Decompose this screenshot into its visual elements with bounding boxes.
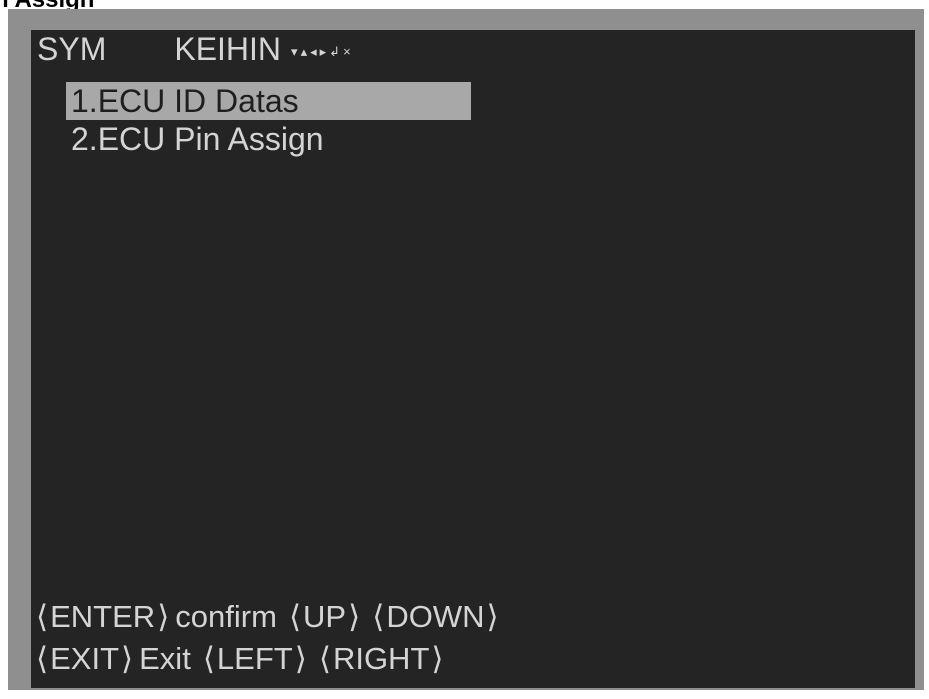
exit-key-hint: ⟨ EXIT ⟩ Exit (36, 638, 191, 680)
open-bracket: ⟨ (288, 599, 302, 634)
left-arrow-icon: ◂ (310, 43, 317, 59)
open-bracket: ⟨ (36, 599, 49, 634)
key-name: EXIT (50, 641, 120, 676)
key-name: DOWN (386, 599, 485, 634)
key-description: confirm (175, 599, 277, 634)
enter-icon: ↲ (329, 43, 341, 59)
right-key-hint: ⟨ RIGHT ⟩ (319, 638, 444, 680)
key-description: Exit (139, 641, 191, 676)
open-bracket: ⟨ (372, 599, 385, 634)
close-bracket: ⟩ (157, 599, 170, 634)
key-name: RIGHT (332, 641, 430, 676)
key-hints-row-2: ⟨ EXIT ⟩ Exit ⟨ LEFT ⟩ ⟨ RIGHT ⟩ (36, 638, 511, 680)
key-hints-row-1: ⟨ ENTER ⟩ confirm ⟨ UP ⟩ ⟨ DOWN ⟩ (36, 596, 511, 638)
nav-icons: ▾ ▴ ◂ ▸ ↲ × (291, 45, 351, 58)
close-bracket: ⟩ (486, 599, 499, 634)
close-bracket: ⟩ (121, 641, 134, 676)
close-bracket: ⟩ (348, 599, 361, 634)
brand-label: SYM (37, 30, 107, 67)
menu-item-ecu-id-datas[interactable]: 1.ECU ID Datas (66, 82, 471, 120)
left-key-hint: ⟨ LEFT ⟩ (203, 638, 307, 680)
screen-header: SYM KEIHIN ▾ ▴ ◂ ▸ ↲ × (37, 30, 351, 67)
device-screen: SYM KEIHIN ▾ ▴ ◂ ▸ ↲ × 1.ECU ID Datas 2.… (31, 30, 915, 688)
close-icon: × (343, 43, 351, 59)
up-key-hint: ⟨ UP ⟩ (289, 596, 360, 638)
key-name: UP (303, 599, 347, 634)
close-bracket: ⟩ (294, 641, 307, 676)
down-arrow-icon: ▾ (291, 43, 298, 59)
key-hints: ⟨ ENTER ⟩ confirm ⟨ UP ⟩ ⟨ DOWN ⟩ ⟨ EXIT… (36, 596, 511, 680)
open-bracket: ⟨ (202, 641, 215, 676)
menu-list: 1.ECU ID Datas 2.ECU Pin Assign (66, 82, 471, 158)
enter-key-hint: ⟨ ENTER ⟩ confirm (36, 596, 277, 638)
menu-item-ecu-pin-assign[interactable]: 2.ECU Pin Assign (66, 120, 471, 158)
right-arrow-icon: ▸ (319, 43, 327, 59)
close-bracket: ⟩ (431, 641, 444, 676)
open-bracket: ⟨ (318, 641, 331, 676)
up-arrow-icon: ▴ (300, 43, 308, 59)
maker-label: KEIHIN (174, 30, 282, 67)
key-name: LEFT (216, 641, 293, 676)
open-bracket: ⟨ (36, 641, 49, 676)
down-key-hint: ⟨ DOWN ⟩ (372, 596, 498, 638)
key-name: ENTER (50, 599, 156, 634)
